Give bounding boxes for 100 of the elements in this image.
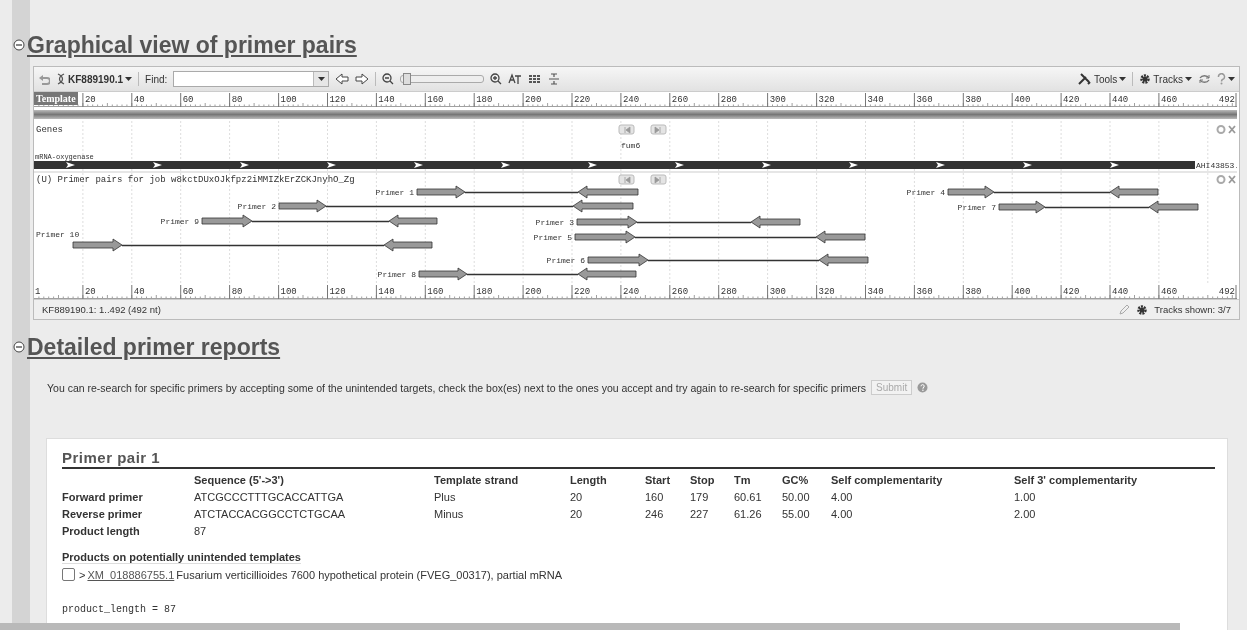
pencil-icon[interactable]: [1118, 303, 1131, 316]
previous-button[interactable]: [618, 174, 635, 185]
tick-label: 20: [84, 95, 96, 105]
zoom-in-icon[interactable]: [490, 73, 503, 85]
tick-label: 380: [965, 95, 982, 105]
help-icon: [1217, 73, 1226, 85]
zoom-slider[interactable]: [400, 75, 485, 83]
table-cell-text: 87: [194, 523, 208, 539]
forward-primer-arrow: [947, 185, 995, 199]
tick-label: 320: [818, 95, 835, 105]
reverse-primer-arrow: [1148, 200, 1199, 214]
table-cell: 246: [645, 505, 690, 522]
tick-label: 420: [1063, 287, 1080, 297]
expand-tracks-icon[interactable]: [548, 73, 561, 85]
tick-label: 240: [622, 287, 640, 297]
tracks-shown-text: Tracks shown: 3/7: [1154, 304, 1231, 315]
reverse-primer-arrow: [750, 215, 801, 229]
tick-label: 180: [476, 287, 493, 297]
checkbox[interactable]: [62, 568, 75, 581]
table-cell: 50.00: [782, 488, 831, 505]
tick-label: 320: [818, 287, 835, 297]
reverse-primer-arrow: [815, 230, 866, 244]
tick-label: 340: [867, 287, 884, 297]
help-menu[interactable]: [1217, 73, 1235, 85]
tick-label: 340: [867, 95, 884, 105]
table-cell: ATCTACCACGGCCTCTGCAA: [194, 505, 434, 522]
tick-label: 380: [965, 287, 982, 297]
back-arrow-icon[interactable]: [335, 73, 350, 85]
table-cell: 179: [690, 488, 734, 505]
next-button[interactable]: [650, 124, 667, 135]
tick-label: 240: [622, 95, 640, 105]
tick-label: 140: [378, 95, 395, 105]
primer-label: Primer 6: [546, 256, 585, 265]
tick-label: 60: [182, 95, 194, 105]
tick-label: 40: [133, 287, 145, 297]
close-icon[interactable]: [1228, 175, 1236, 184]
tick-label: 1: [35, 287, 41, 297]
tick-label: 360: [916, 287, 933, 297]
column-header: GC%: [782, 471, 831, 488]
sequence-dropdown[interactable]: KF889190.1: [56, 73, 133, 85]
help-icon[interactable]: [917, 382, 929, 393]
column-header: Self complementarity: [831, 471, 1014, 488]
table-cell: 61.26: [734, 505, 782, 522]
gene-label: fum6: [621, 141, 641, 150]
tick-label: 260: [671, 287, 689, 297]
tick-label: 140: [378, 287, 395, 297]
forward-primer-arrow: [418, 267, 468, 281]
collapse-icon[interactable]: [13, 341, 25, 353]
collapse-icon[interactable]: [13, 39, 25, 51]
primer-label: Primer 2: [237, 202, 276, 211]
zoom-out-icon[interactable]: [382, 73, 395, 85]
caret-icon: [1185, 77, 1192, 81]
refresh-icon[interactable]: [1198, 73, 1211, 85]
feature-end-label: AHI43853.: [1196, 161, 1237, 170]
table-cell: 20: [570, 488, 645, 505]
table-cell: Plus: [434, 488, 570, 505]
accession-link[interactable]: XM_018886755.1: [87, 568, 175, 581]
track-title: Genes: [36, 125, 63, 135]
tracks-layout-icon[interactable]: [528, 73, 543, 85]
dna-sequence-icon[interactable]: [508, 73, 523, 85]
primer-label: Primer 5: [533, 233, 572, 242]
tick-label: 300: [769, 95, 786, 105]
previous-button[interactable]: [618, 124, 635, 135]
tracks-menu[interactable]: Tracks: [1139, 73, 1192, 85]
row-label: Reverse primer: [62, 505, 194, 522]
column-header: Sequence (5'->3'): [194, 471, 434, 488]
column-header: Length: [570, 471, 645, 488]
tick-label: 400: [1014, 95, 1031, 105]
reverse-primer-arrow: [1109, 185, 1159, 199]
row-label: Forward primer: [62, 488, 194, 505]
close-icon[interactable]: [1228, 125, 1236, 134]
forward-arrow-icon[interactable]: [355, 73, 370, 85]
table-cell: 4.00: [831, 488, 1014, 505]
tick-label: 80: [231, 287, 243, 297]
undo-icon[interactable]: [38, 73, 50, 85]
caret-icon: [317, 77, 325, 81]
horizontal-scrollbar[interactable]: [0, 623, 1180, 630]
column-header: Start: [645, 471, 690, 488]
tick-label: 160: [427, 95, 444, 105]
template-label: Template: [34, 92, 78, 105]
forward-primer-arrow: [574, 230, 636, 244]
tick-label: 460: [1160, 95, 1178, 105]
description-text: Fusarium verticillioides 7600 hypothetical protein (FVEG_00317), partial mRNA: [176, 568, 563, 581]
card-title: Primer pair 1: [62, 449, 1215, 469]
next-button[interactable]: [650, 174, 667, 185]
tick-label: 440: [1112, 287, 1129, 297]
tick-label: 360: [916, 95, 933, 105]
location-text: KF889190.1: 1..492 (492 nt): [42, 304, 161, 315]
forward-primer-arrow: [576, 215, 638, 229]
reverse-primer-arrow: [572, 199, 634, 213]
primer-label: Primer 1: [375, 188, 414, 197]
tick-label: 120: [329, 287, 346, 297]
table-cell: 160: [645, 488, 690, 505]
caret-icon: [125, 77, 133, 81]
find-field[interactable]: [173, 71, 330, 87]
tools-menu[interactable]: Tools: [1078, 73, 1127, 85]
tick-label: 220: [574, 287, 591, 297]
tick-label: 120: [329, 95, 346, 105]
reverse-primer-arrow: [818, 253, 869, 267]
tick-label: 200: [525, 95, 542, 105]
